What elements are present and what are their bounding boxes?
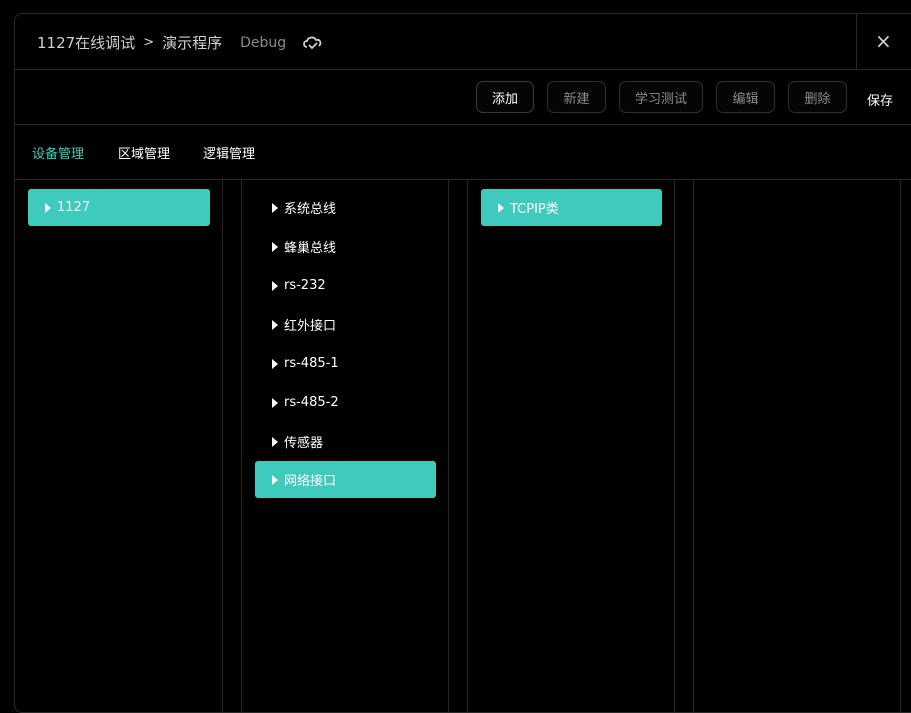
column-divider — [693, 180, 694, 712]
expand-triangle-icon — [272, 436, 278, 447]
expand-triangle-icon — [45, 202, 51, 213]
column-divider — [900, 180, 901, 712]
close-icon[interactable]: × — [875, 30, 892, 52]
list-item-label: TCPIP类 — [510, 202, 559, 217]
tab-bar: 设备管理 区域管理 逻辑管理 — [15, 125, 911, 180]
close-button[interactable]: × — [856, 14, 911, 69]
list-item-network-interface[interactable]: 网络接口 — [255, 461, 436, 498]
save-button[interactable]: 保存 — [867, 90, 893, 109]
list-item-label: 传感器 — [284, 436, 324, 451]
expand-triangle-icon — [272, 358, 278, 369]
add-button[interactable]: 添加 — [476, 81, 534, 113]
mode-label: Debug — [240, 34, 287, 51]
toolbar: 添加 新建 学习测试 编辑 删除 保存 — [15, 70, 911, 125]
list-item-tcpip[interactable]: TCPIP类 — [481, 189, 662, 226]
column-divider — [222, 180, 223, 712]
list-item[interactable]: rs-485-2 — [255, 384, 436, 421]
expand-triangle-icon — [272, 474, 278, 485]
list-item-label: rs-485-2 — [284, 395, 339, 410]
expand-triangle-icon — [272, 241, 278, 252]
dialog-window: 1127在线调试 > 演示程序 Debug × 添加 新建 学习测试 编辑 删除… — [14, 13, 911, 713]
dialog-header: 1127在线调试 > 演示程序 Debug × — [15, 14, 911, 70]
expand-triangle-icon — [272, 319, 278, 330]
list-item-1127[interactable]: 1127 — [28, 189, 210, 226]
expand-triangle-icon — [272, 280, 278, 291]
list-item[interactable]: 红外接口 — [255, 306, 436, 343]
list-item[interactable]: 传感器 — [255, 423, 436, 460]
list-item[interactable]: 蜂巢总线 — [255, 228, 436, 265]
list-item-label: rs-232 — [284, 278, 326, 293]
column-divider — [467, 180, 468, 712]
tab-logic-management[interactable]: 逻辑管理 — [203, 143, 255, 162]
tab-area-management[interactable]: 区域管理 — [118, 143, 170, 162]
list-item-label: 系统总线 — [284, 202, 337, 217]
list-item-label: 网络接口 — [284, 474, 337, 489]
list-item-label: rs-485-1 — [284, 356, 339, 371]
expand-triangle-icon — [272, 202, 278, 213]
list-item[interactable]: 系统总线 — [255, 189, 436, 226]
breadcrumb-root[interactable]: 1127在线调试 — [37, 32, 135, 53]
expand-triangle-icon — [498, 202, 504, 213]
expand-triangle-icon — [272, 397, 278, 408]
column-browser: 1127 系统总线 蜂巢总线 rs-232 红外接口 rs-485-1 rs-4… — [15, 180, 911, 712]
list-item-label: 蜂巢总线 — [284, 241, 337, 256]
tab-device-management[interactable]: 设备管理 — [32, 143, 84, 162]
breadcrumb-separator: > — [143, 35, 155, 50]
cloud-sync-icon[interactable] — [302, 35, 324, 51]
learn-test-button[interactable]: 学习测试 — [619, 81, 703, 113]
list-item[interactable]: rs-485-1 — [255, 345, 436, 382]
new-button[interactable]: 新建 — [547, 81, 606, 113]
edit-button[interactable]: 编辑 — [716, 81, 775, 113]
list-item-label: 红外接口 — [284, 319, 337, 334]
column-divider — [674, 180, 675, 712]
column-divider — [448, 180, 449, 712]
breadcrumb: 1127在线调试 > 演示程序 Debug — [37, 32, 324, 53]
breadcrumb-current: 演示程序 — [162, 34, 223, 52]
column-divider — [241, 180, 242, 712]
list-item[interactable]: rs-232 — [255, 267, 436, 304]
delete-button[interactable]: 删除 — [788, 81, 847, 113]
list-item-label: 1127 — [57, 200, 91, 215]
